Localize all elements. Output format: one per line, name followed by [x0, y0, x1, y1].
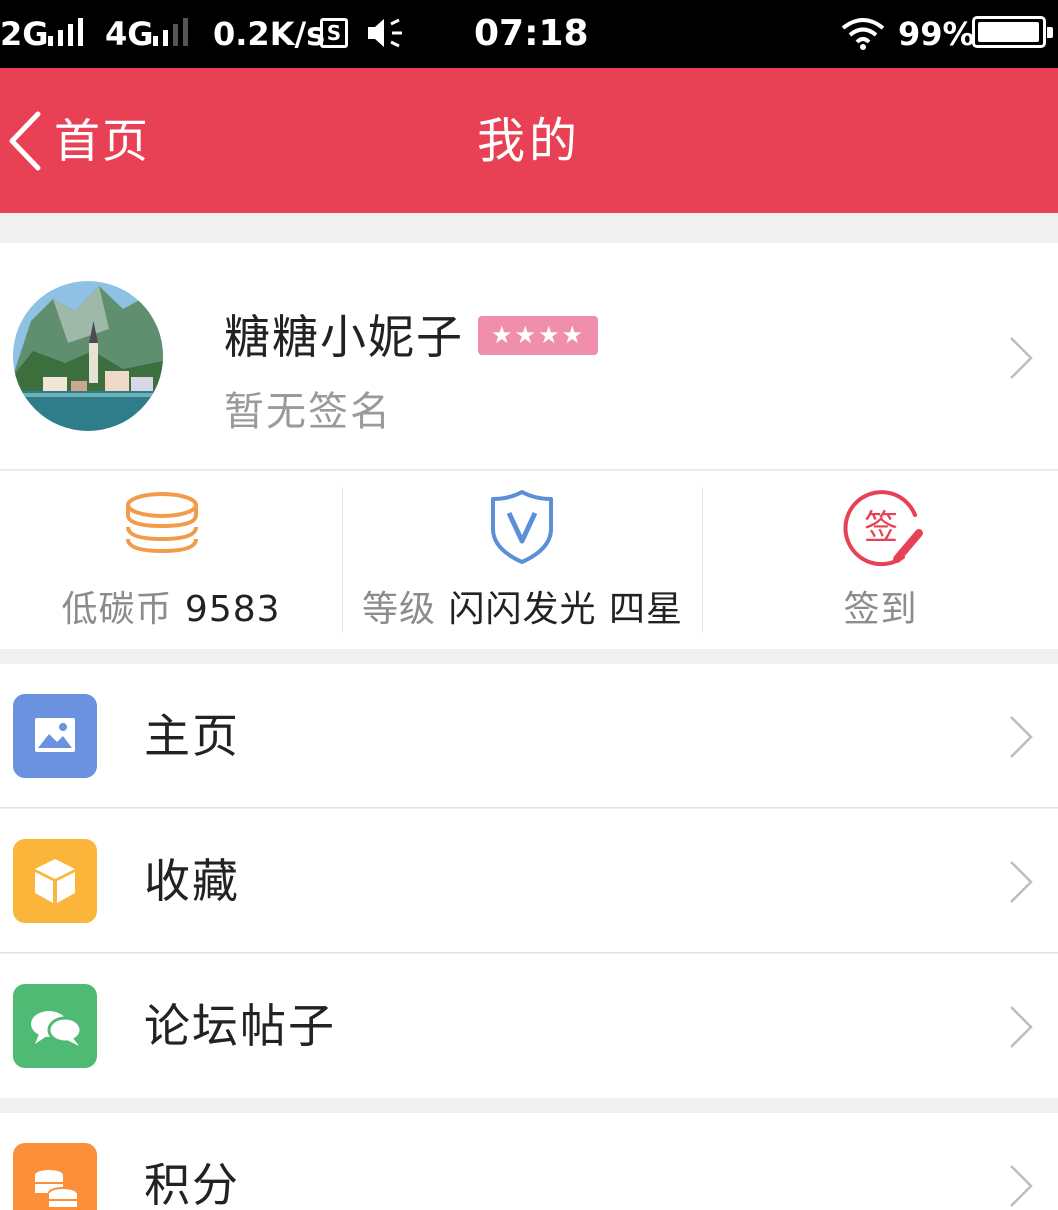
user-signature: 暂无签名 [224, 389, 392, 435]
menu-label: 论坛帖子 [144, 999, 336, 1053]
shield-v-icon [491, 490, 553, 564]
sign-in-glyph: 签 [864, 508, 898, 548]
network-speed: 0.2K/s [213, 15, 326, 53]
status-bar: 2G 4G 0.2K/s S 07:18 99% [0, 0, 1058, 68]
chevron-right-icon [1010, 716, 1033, 758]
sign-in-icon: 签 [843, 490, 923, 567]
profile-card[interactable]: 糖糖小妮子 ★★★★ 暂无签名 [0, 243, 1058, 470]
box-icon [13, 839, 97, 923]
chevron-right-icon [1010, 1006, 1033, 1048]
chevron-right-icon [1010, 861, 1033, 903]
stat-signin[interactable]: 签 签到 [703, 471, 1058, 649]
image-icon [13, 694, 97, 778]
stat-coins-label: 低碳币 [61, 589, 173, 630]
page-title: 我的 [476, 113, 581, 169]
clock: 07:18 [474, 13, 589, 54]
menu-item-forum-posts[interactable]: 论坛帖子 [0, 954, 1058, 1098]
avatar[interactable] [13, 281, 163, 431]
stat-coins-value: 9583 [184, 589, 281, 630]
chat-bubbles-icon [13, 984, 97, 1068]
speaker-icon [368, 18, 402, 48]
level-star-badge: ★★★★ [478, 316, 598, 355]
signal-icon [48, 18, 83, 46]
network-type-2g: 2G [0, 15, 49, 53]
menu-label: 主页 [144, 709, 240, 763]
chevron-right-icon [1010, 1165, 1033, 1207]
menu-label: 积分 [144, 1158, 240, 1210]
coins-stack-icon [126, 492, 198, 554]
coins-icon [13, 1143, 97, 1210]
stat-level-label: 等级 [362, 589, 437, 630]
battery-percent: 99% [898, 15, 975, 53]
user-name: 糖糖小妮子 [224, 310, 464, 364]
stat-level[interactable]: 等级 闪闪发光 四星 [343, 471, 702, 649]
stats-bar: 低碳币 9583 等级 闪闪发光 四星 签 签到 [0, 471, 1058, 649]
app-header: 首页 我的 [0, 68, 1058, 213]
stat-signin-label: 签到 [843, 589, 918, 630]
menu-item-points[interactable]: 积分 [0, 1113, 1058, 1210]
network-type-4g: 4G [105, 15, 154, 53]
wifi-icon [841, 18, 885, 50]
battery-icon [972, 16, 1053, 48]
menu-label: 收藏 [144, 854, 240, 908]
signal-icon [153, 18, 188, 46]
menu-item-favorites[interactable]: 收藏 [0, 809, 1058, 953]
stat-coins[interactable]: 低碳币 9583 [0, 471, 342, 649]
menu-item-homepage[interactable]: 主页 [0, 664, 1058, 808]
stat-level-value: 闪闪发光 四星 [448, 589, 683, 630]
s-app-icon: S [320, 18, 348, 48]
chevron-right-icon [1010, 337, 1033, 379]
avatar-image [13, 281, 163, 431]
